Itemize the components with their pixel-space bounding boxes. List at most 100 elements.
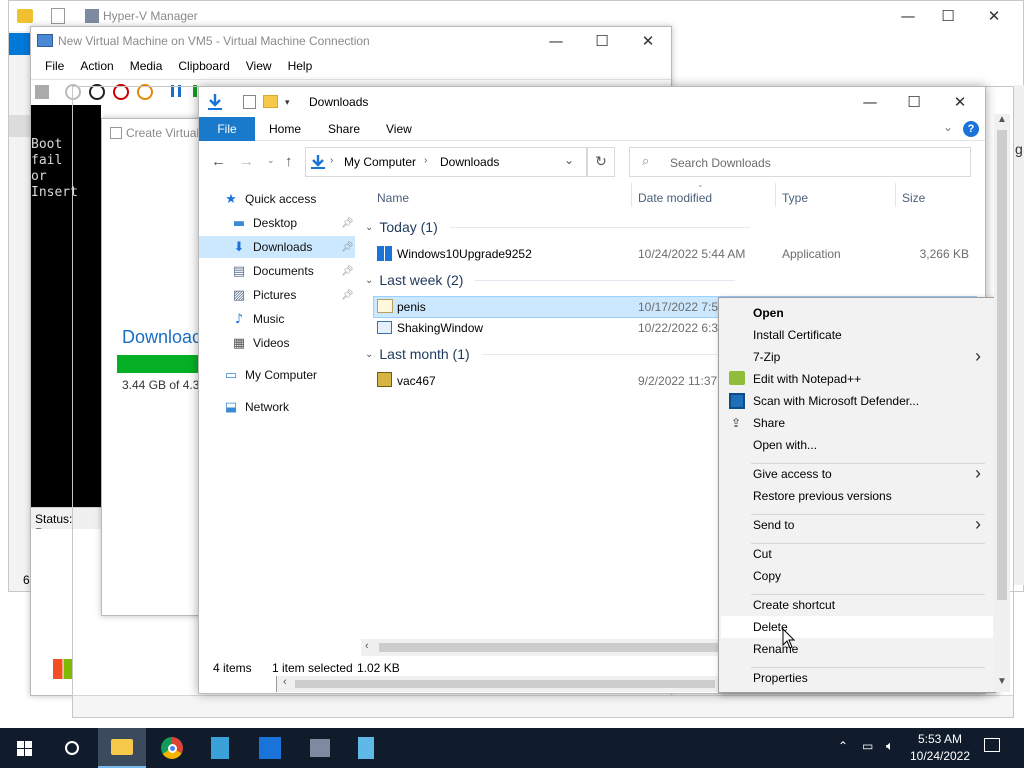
vertical-scroll-thumb[interactable]	[997, 130, 1007, 600]
vm-close-icon[interactable]: ✕	[625, 26, 671, 56]
context-menu: ⇪ Open Install Certificate 7-Zip › Edit with…	[718, 297, 996, 693]
ctrl-alt-del-icon[interactable]	[35, 85, 49, 99]
col-type[interactable]: Type	[782, 191, 808, 205]
nav-item-my-computer[interactable]: ▭ My Computer	[199, 364, 355, 386]
file-row-windows10upgrade[interactable]: Windows10Upgrade9252 10/24/2022 5:44 AM …	[373, 243, 977, 265]
nav-item-desktop[interactable]: ▬ Desktop 📌︎	[199, 212, 355, 234]
ribbon-expand-icon[interactable]: ⌄	[943, 120, 953, 134]
help-icon[interactable]: ?	[963, 121, 979, 137]
hyperv-right-scrollbar[interactable]	[1014, 85, 1024, 585]
context-menu-create-shortcut[interactable]: Create shortcut	[753, 598, 835, 612]
taskbar-hyperv[interactable]	[296, 728, 344, 768]
vmconnect-titlebar[interactable]: New Virtual Machine on VM5 - Virtual Mac…	[31, 27, 671, 55]
ribbon-tab-file[interactable]: File	[199, 117, 255, 141]
vm-menu-clipboard[interactable]: Clipboard	[170, 55, 237, 77]
scroll-thumb[interactable]	[379, 643, 719, 652]
breadcrumb-my-computer[interactable]: My Computer	[344, 155, 416, 169]
explorer-close-icon[interactable]: ✕	[937, 87, 983, 117]
pin-icon[interactable]: 📌︎	[341, 218, 354, 229]
recent-dropdown-icon[interactable]: ⌄	[267, 155, 275, 166]
back-icon[interactable]: ←	[211, 153, 226, 170]
lower-horizontal-scrollbar[interactable]: ‹	[276, 676, 720, 692]
lower-scroll-left-icon[interactable]: ‹	[283, 676, 287, 688]
volume-tray-icon[interactable]: 🔈︎	[886, 738, 894, 754]
up-icon[interactable]: ↑	[285, 153, 293, 170]
refresh-button[interactable]: ↻	[587, 147, 615, 177]
ribbon-tab-share[interactable]: Share	[328, 122, 360, 136]
context-menu-open[interactable]: Open	[753, 306, 784, 320]
videos-icon: ▦	[232, 335, 246, 351]
context-menu-scan-with-microsoft-defender[interactable]: Scan with Microsoft Defender...	[753, 394, 919, 408]
ribbon-tab-home[interactable]: Home	[269, 122, 301, 136]
breadcrumb-downloads[interactable]: Downloads	[440, 155, 499, 169]
vm-menu-help[interactable]: Help	[280, 55, 321, 77]
properties-qat-icon[interactable]	[243, 95, 256, 109]
close-icon[interactable]: ✕	[971, 1, 1017, 31]
group-header-today[interactable]: ⌄ Today (1)	[365, 219, 750, 235]
start-button[interactable]	[0, 728, 48, 768]
scroll-down-icon[interactable]: ▼	[997, 676, 1007, 687]
explorer-maximize-icon[interactable]: ☐	[891, 87, 937, 117]
vm-menu-action[interactable]: Action	[72, 55, 121, 77]
explorer-minimize-icon[interactable]: —	[847, 87, 893, 117]
context-menu-properties[interactable]: Properties	[753, 671, 808, 685]
context-menu-cut[interactable]: Cut	[753, 547, 772, 561]
vm-menu-view[interactable]: View	[238, 55, 280, 77]
vm-minimize-icon[interactable]: —	[533, 26, 579, 56]
col-size[interactable]: Size	[902, 191, 925, 205]
nav-item-network[interactable]: ⬓ Network	[199, 396, 355, 418]
windows-app-icon	[377, 246, 392, 261]
search-button[interactable]	[48, 728, 96, 768]
pin-icon[interactable]: 📌︎	[341, 242, 354, 253]
maximize-icon[interactable]: ☐	[925, 1, 971, 31]
col-date-modified[interactable]: Date modified	[638, 191, 712, 205]
lower-scroll-thumb[interactable]	[295, 680, 715, 688]
context-menu-install-certificate[interactable]: Install Certificate	[753, 328, 842, 342]
clock-date[interactable]: 10/24/2022	[906, 749, 974, 763]
address-dropdown-icon[interactable]: ⌄	[564, 153, 574, 167]
vm-menu-media[interactable]: Media	[122, 55, 171, 77]
col-name[interactable]: Name	[377, 191, 409, 205]
taskbar-app-4[interactable]	[246, 728, 294, 768]
context-menu-share[interactable]: Share	[753, 416, 785, 430]
vm-menu-file[interactable]: File	[37, 55, 72, 77]
ribbon-tab-view[interactable]: View	[386, 122, 412, 136]
scroll-up-icon[interactable]: ▲	[997, 114, 1007, 125]
vm-maximize-icon[interactable]: ☐	[579, 26, 625, 56]
taskbar-file-explorer[interactable]	[98, 728, 146, 768]
forward-icon[interactable]: →	[239, 153, 254, 170]
right-vertical-scrollbar[interactable]: ▲ ▼	[994, 114, 1010, 692]
nav-item-videos[interactable]: ▦ Videos	[199, 332, 355, 354]
context-menu-7-zip[interactable]: 7-Zip	[753, 350, 780, 364]
clock-time[interactable]: 5:53 AM	[912, 732, 968, 746]
hyperv-title: Hyper-V Manager	[103, 9, 198, 23]
address-bar[interactable]: › My Computer › Downloads ⌄	[305, 147, 587, 177]
context-menu-restore-previous-versions[interactable]: Restore previous versions	[753, 489, 892, 503]
nav-item-quick-access[interactable]: ★ Quick access	[199, 188, 355, 210]
qat-dropdown-icon[interactable]: ▾	[285, 97, 290, 108]
taskbar-app-6[interactable]	[342, 728, 390, 768]
context-menu-give-access-to[interactable]: Give access to	[753, 467, 832, 481]
search-box[interactable]: ⌕ Search Downloads	[629, 147, 971, 177]
pin-icon[interactable]: 📌︎	[341, 266, 354, 277]
network-tray-icon[interactable]: ▭	[862, 739, 873, 753]
context-menu-open-with[interactable]: Open with...	[753, 438, 817, 452]
context-menu-send-to[interactable]: Send to	[753, 518, 794, 532]
nav-item-music[interactable]: ♪ Music	[199, 308, 355, 330]
pin-icon[interactable]: 📌︎	[341, 290, 354, 301]
context-menu-copy[interactable]: Copy	[753, 569, 781, 583]
download-arrow-icon[interactable]	[207, 93, 223, 111]
new-folder-qat-icon[interactable]	[263, 95, 278, 108]
show-hidden-icons[interactable]: ⌃	[838, 739, 848, 753]
taskbar-chrome[interactable]	[148, 728, 196, 768]
group-header-last-month[interactable]: ⌄ Last month (1)	[365, 346, 722, 362]
context-menu-edit-with-notepad[interactable]: Edit with Notepad++	[753, 372, 861, 386]
explorer-titlebar[interactable]: ▾ Downloads — ☐ ✕	[199, 87, 985, 117]
taskbar-app-3[interactable]	[196, 728, 244, 768]
notification-icon[interactable]	[984, 738, 1000, 752]
nav-item-downloads[interactable]: ⬇ Downloads 📌︎	[199, 236, 355, 258]
scroll-left-icon[interactable]: ‹	[365, 640, 369, 652]
nav-item-documents[interactable]: ▤ Documents 📌︎	[199, 260, 355, 282]
nav-item-pictures[interactable]: ▨ Pictures 📌︎	[199, 284, 355, 306]
group-header-last-week[interactable]: ⌄ Last week (2)	[365, 272, 736, 288]
